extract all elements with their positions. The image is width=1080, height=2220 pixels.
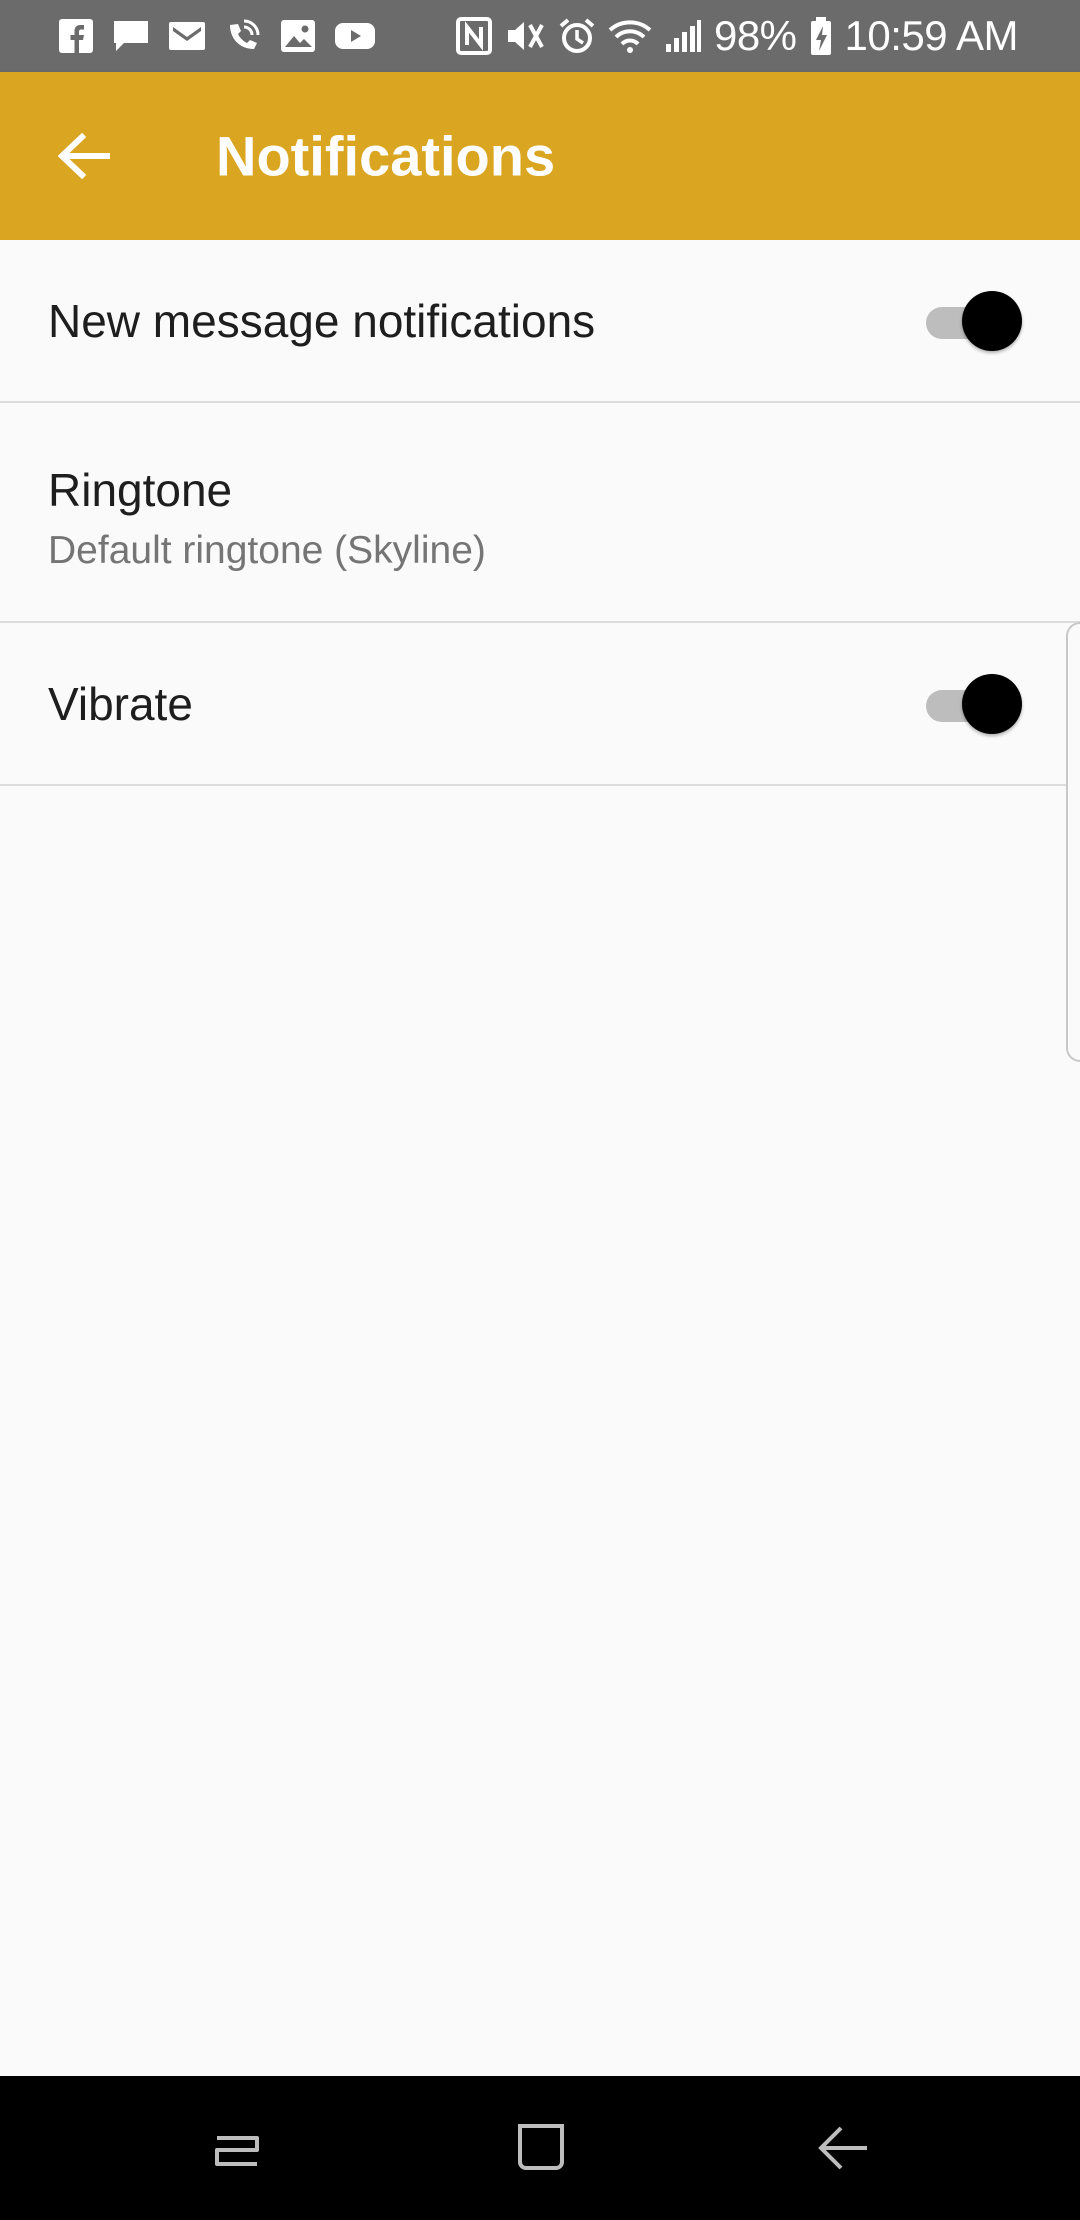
system-status: 98% 10:59 AM	[444, 12, 1019, 60]
screen: 98% 10:59 AM Notifications New message n…	[0, 0, 1080, 2220]
setting-title: Ringtone	[48, 464, 233, 516]
wifi-icon	[608, 18, 652, 54]
nfc-icon	[455, 17, 492, 55]
app-bar: Notifications	[0, 72, 1080, 240]
image-icon	[280, 19, 316, 53]
battery-charging-icon	[809, 16, 833, 56]
settings-list: New message notifications Ringtone Defau…	[0, 240, 1080, 786]
battery-percent: 98%	[713, 12, 797, 59]
alarm-icon	[558, 17, 596, 55]
new-message-notifications-setting[interactable]: New message notifications	[0, 240, 1080, 403]
youtube-icon	[334, 21, 376, 51]
clock: 10:59 AM	[844, 12, 1019, 59]
setting-title: Vibrate	[48, 677, 193, 730]
back-icon	[815, 2120, 871, 2176]
wifi-call-icon	[224, 17, 262, 55]
signal-icon	[664, 18, 702, 54]
nav-back-button[interactable]	[803, 2108, 883, 2188]
arrow-back-icon	[58, 133, 110, 179]
navigation-bar	[0, 2076, 1080, 2220]
message-icon	[112, 18, 150, 54]
vibrate-mute-icon	[504, 17, 546, 55]
switch-thumb	[962, 673, 1022, 734]
back-button[interactable]	[50, 122, 118, 190]
new-message-notifications-switch[interactable]	[926, 290, 1022, 351]
status-bar: 98% 10:59 AM	[0, 0, 1080, 72]
ringtone-setting[interactable]: Ringtone Default ringtone (Skyline)	[0, 403, 1080, 623]
vibrate-switch[interactable]	[926, 673, 1022, 734]
home-icon	[512, 2120, 568, 2176]
setting-title: New message notifications	[48, 294, 596, 347]
home-button[interactable]	[500, 2108, 580, 2188]
gmail-icon	[168, 21, 206, 51]
switch-thumb	[962, 290, 1022, 351]
facebook-icon	[58, 18, 94, 54]
setting-summary: Default ringtone (Skyline)	[48, 529, 486, 572]
page-title: Notifications	[216, 124, 556, 188]
edge-panel-handle[interactable]	[1066, 622, 1080, 1062]
vibrate-setting[interactable]: Vibrate	[0, 623, 1080, 786]
notification-icons	[58, 17, 394, 55]
recent-apps-icon	[209, 2120, 265, 2176]
recent-apps-button[interactable]	[197, 2108, 277, 2188]
